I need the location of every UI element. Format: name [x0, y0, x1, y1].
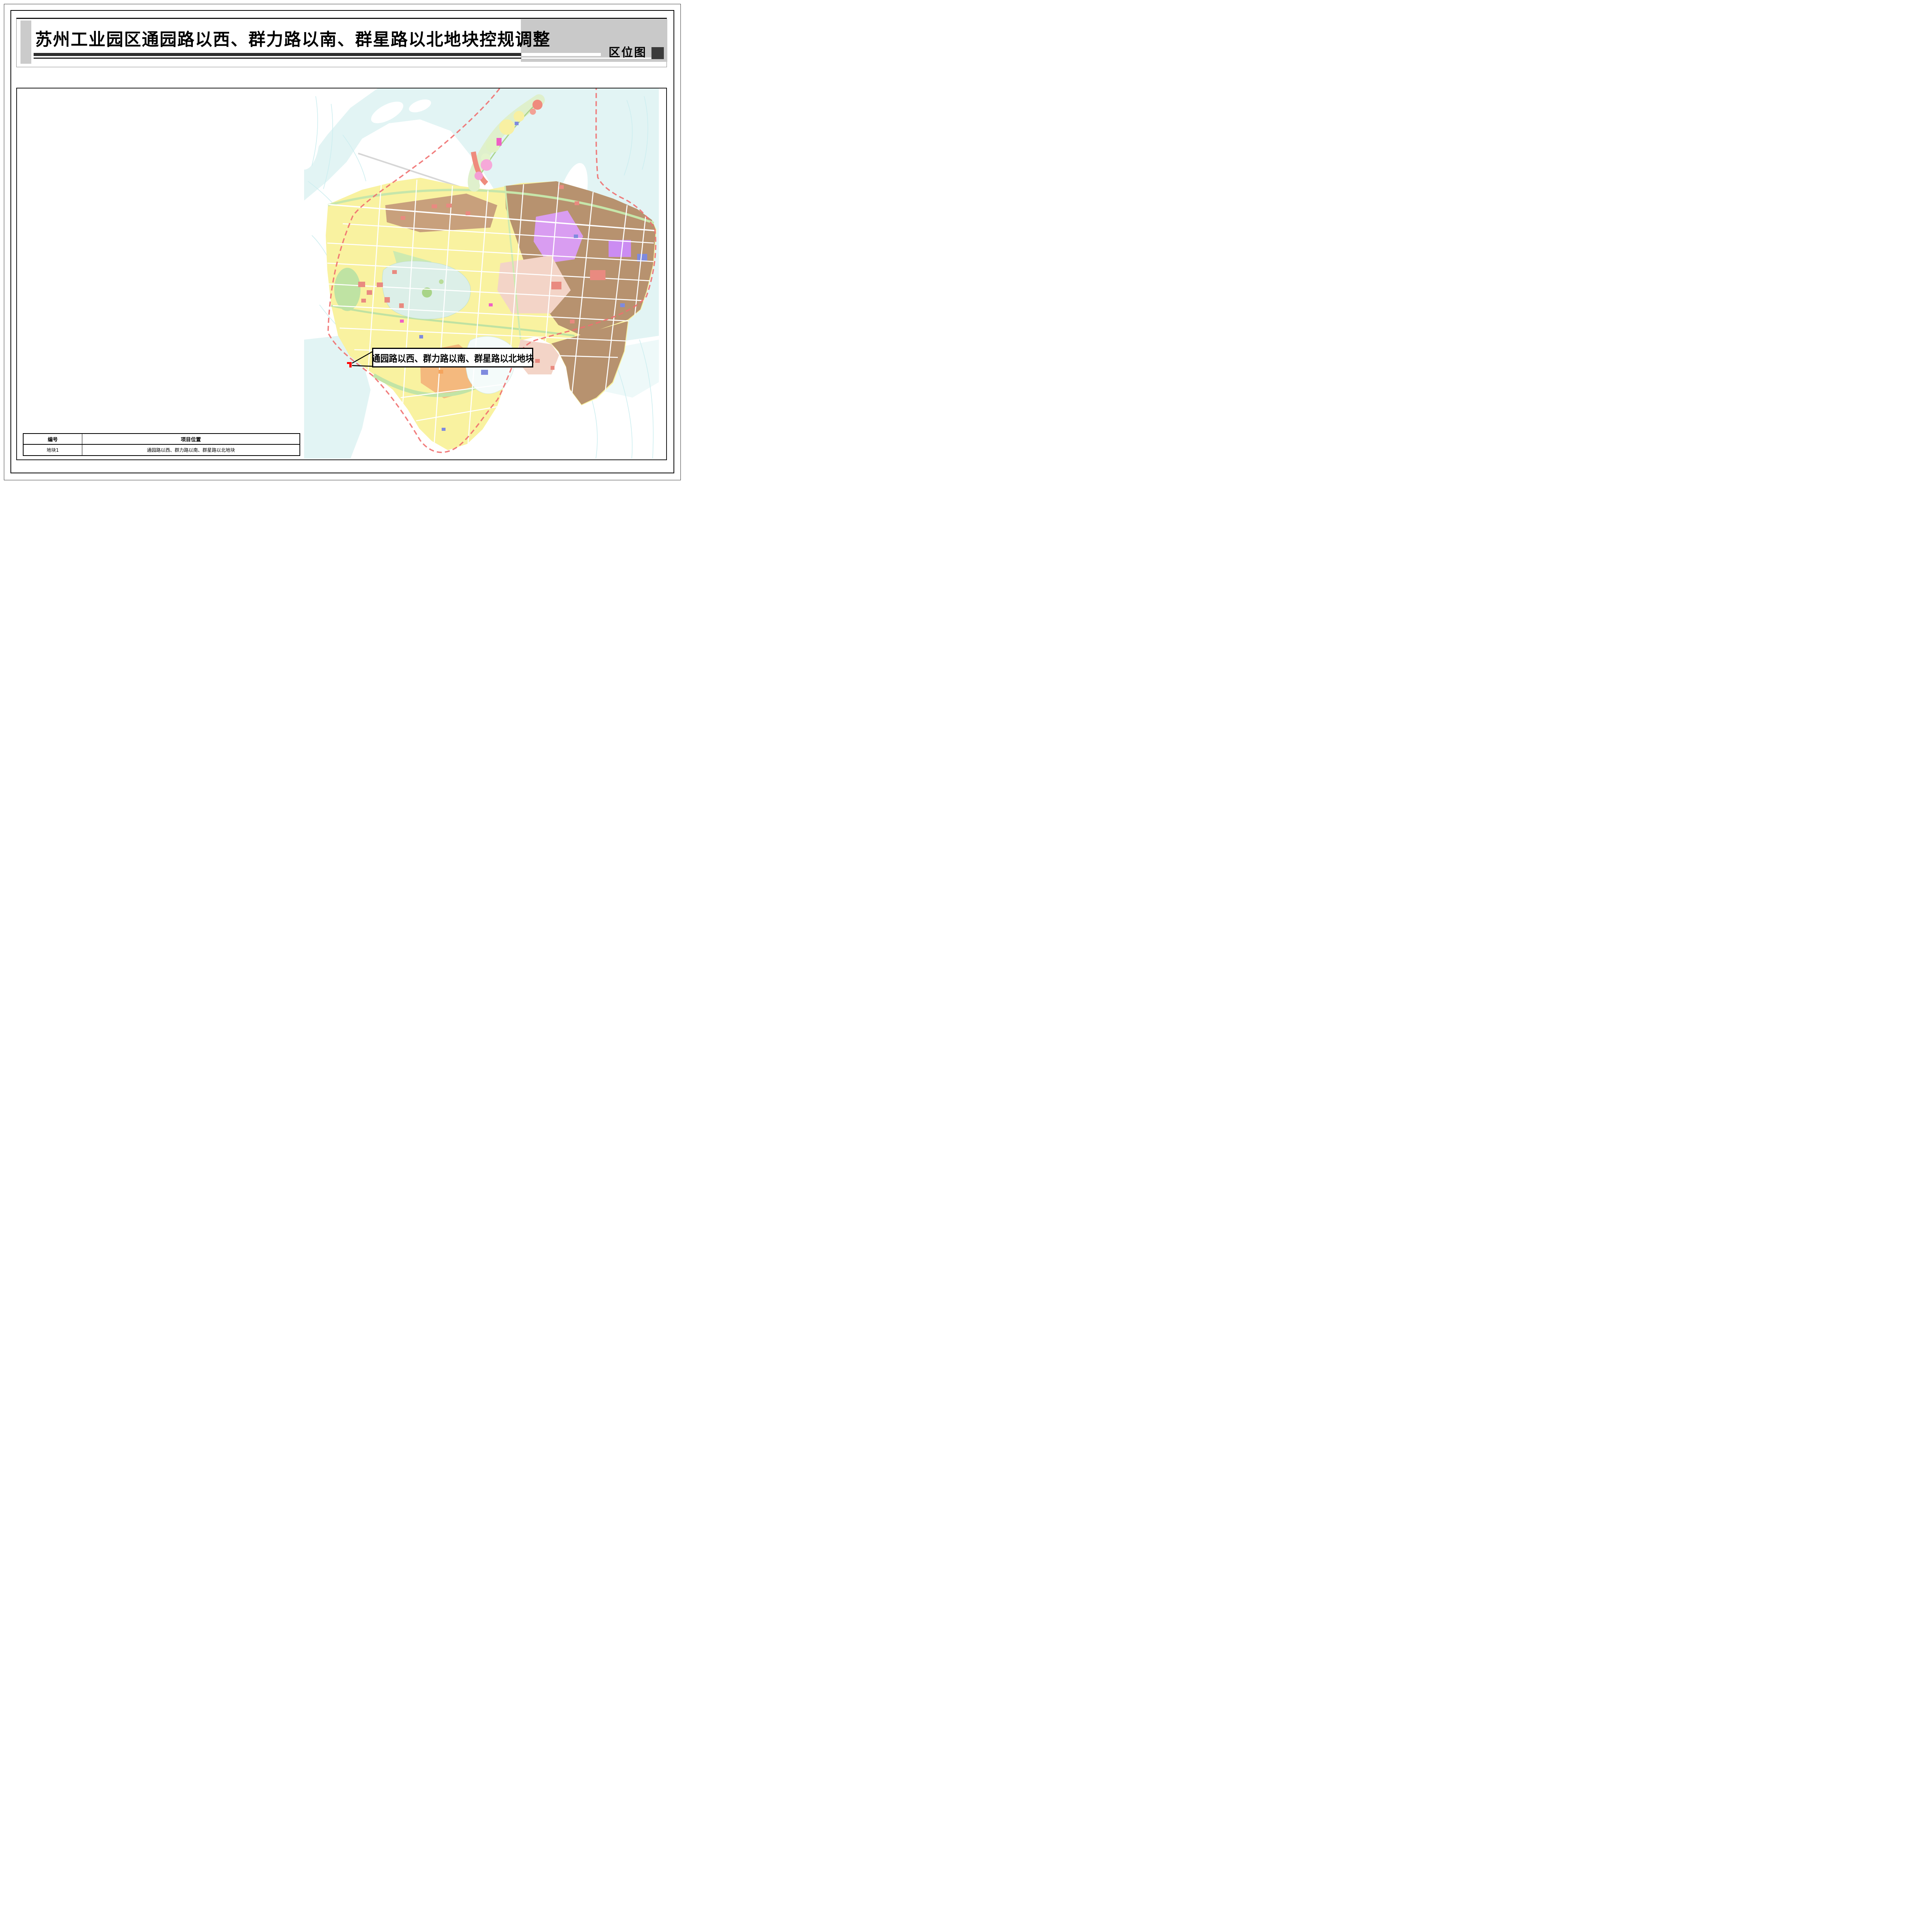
- lake-islet: [439, 279, 444, 284]
- project-table: 编号 项目位置 地块1 通园路以西、群力路以南、群星路以北地块: [23, 433, 300, 456]
- table-header-id: 编号: [24, 434, 82, 445]
- title-underline-thick: [34, 53, 521, 56]
- plan-sheet: 苏州工业园区通园路以西、群力路以南、群星路以北地块控规调整 区位图: [0, 0, 685, 484]
- title-accent-bar: [20, 20, 31, 64]
- table-cell-plot-id: 地块1: [24, 445, 82, 455]
- table-cell-plot-location: 通园路以西、群力路以南、群星路以北地块: [82, 445, 299, 455]
- table-header-location: 项目位置: [82, 434, 299, 445]
- location-map-svg: [304, 88, 659, 459]
- title-block: 苏州工业园区通园路以西、群力路以南、群星路以北地块控规调整 区位图: [16, 18, 667, 67]
- callout-label: 通园路以西、群力路以南、群星路以北地块: [372, 351, 534, 364]
- page-title: 苏州工业园区通园路以西、群力路以南、群星路以北地块控规调整: [35, 31, 551, 49]
- corner-square: [651, 47, 664, 59]
- callout-box: 通园路以西、群力路以南、群星路以北地块: [372, 348, 533, 367]
- title-underline-thin: [34, 58, 521, 59]
- panel-stripe-thick: [521, 53, 601, 56]
- sheet-type-label: 区位图: [609, 43, 647, 60]
